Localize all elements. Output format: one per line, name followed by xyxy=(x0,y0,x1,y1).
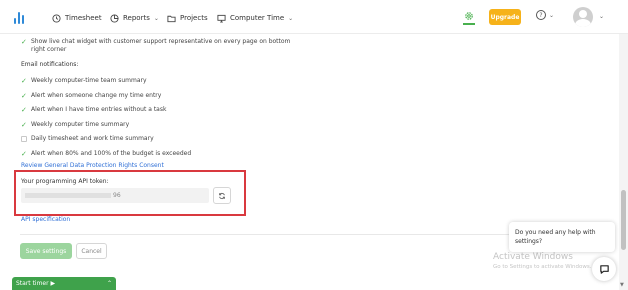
folder-icon xyxy=(167,15,176,22)
email-option[interactable]: ✓ Alert when 80% and 100% of the budget … xyxy=(21,150,191,157)
user-avatar[interactable] xyxy=(573,7,593,27)
chat-icon xyxy=(599,264,609,274)
api-token-label: Your programming API token: xyxy=(21,178,109,185)
help-menu[interactable]: ? ⌄ xyxy=(536,10,554,20)
email-option[interactable]: Daily timesheet and work time summary xyxy=(21,135,154,142)
scroll-down-arrow[interactable]: ▼ xyxy=(620,282,624,288)
live-chat-option[interactable]: ✓ Show live chat widget with customer su… xyxy=(21,38,301,54)
email-option-label: Alert when I have time entries without a… xyxy=(31,106,167,113)
live-chat-label: Show live chat widget with customer supp… xyxy=(31,38,291,53)
chevron-down-icon: ⌄ xyxy=(153,14,159,22)
checkmark-icon[interactable]: ✓ xyxy=(21,150,27,157)
nav-timesheet-label: Timesheet xyxy=(65,14,102,22)
help-icon: ? xyxy=(536,10,546,20)
activate-windows-title: Activate Windows xyxy=(493,252,573,262)
gear-icon xyxy=(465,12,473,20)
chevron-up-icon[interactable]: ⌃ xyxy=(107,280,112,287)
start-timer-label: Start timer ▶ xyxy=(16,280,56,287)
email-option-label: Weekly computer-time team summary xyxy=(31,77,147,84)
checkmark-icon[interactable]: ✓ xyxy=(21,38,27,45)
activate-windows-subtitle: Go to Settings to activate Windows. xyxy=(493,264,592,270)
checkmark-icon[interactable]: ✓ xyxy=(21,121,27,128)
save-settings-button[interactable]: Save settings xyxy=(20,243,72,259)
chat-help-bubble[interactable]: Do you need any help with settings? xyxy=(509,222,615,252)
nav-computer-time[interactable]: Computer Time ⌄ xyxy=(217,11,293,25)
email-notifications-heading: Email notifications: xyxy=(21,61,79,68)
scrollbar-thumb[interactable] xyxy=(621,190,626,250)
nav-projects[interactable]: Projects xyxy=(167,11,208,25)
start-timer-bar[interactable]: Start timer ▶ ⌃ xyxy=(12,277,116,290)
reports-icon xyxy=(110,13,119,23)
checkmark-icon[interactable]: ✓ xyxy=(21,106,27,113)
settings-gear-button[interactable] xyxy=(463,10,475,25)
nav-computer-time-label: Computer Time xyxy=(230,14,285,22)
app-logo[interactable] xyxy=(14,10,28,24)
nav-projects-label: Projects xyxy=(180,14,208,22)
nav-timesheet[interactable]: Timesheet xyxy=(52,11,102,25)
nav-reports-label: Reports xyxy=(123,14,150,22)
chevron-down-icon: ⌄ xyxy=(288,14,294,22)
empty-checkbox[interactable] xyxy=(21,135,27,142)
chat-bubble-text: Do you need any help with settings? xyxy=(515,229,596,245)
chevron-down-icon[interactable]: ⌄ xyxy=(599,13,604,20)
email-option-label: Weekly computer time summary xyxy=(31,121,130,128)
clock-icon xyxy=(52,13,61,23)
checkmark-icon[interactable]: ✓ xyxy=(21,77,27,84)
checkmark-icon[interactable]: ✓ xyxy=(21,92,27,99)
top-navigation-bar: Timesheet Reports ⌄ Projects Computer Ti… xyxy=(0,0,628,34)
chevron-down-icon: ⌄ xyxy=(549,11,555,19)
upgrade-button[interactable]: Upgrade xyxy=(489,9,521,25)
email-option-label: Alert when 80% and 100% of the budget is… xyxy=(31,150,192,157)
refresh-icon xyxy=(219,192,225,199)
cancel-button[interactable]: Cancel xyxy=(76,243,107,259)
scrollbar-track[interactable] xyxy=(619,34,628,290)
email-option[interactable]: ✓ Weekly computer-time team summary xyxy=(21,77,147,84)
email-option-label: Alert when someone change my time entry xyxy=(31,92,162,99)
monitor-icon xyxy=(217,14,226,23)
gdpr-consent-link[interactable]: Review General Data Protection Rights Co… xyxy=(21,162,164,169)
regenerate-token-button[interactable] xyxy=(213,187,231,204)
chat-launcher-button[interactable] xyxy=(592,257,616,281)
email-option-label: Daily timesheet and work time summary xyxy=(31,135,154,142)
email-option[interactable]: ✓ Weekly computer time summary xyxy=(21,121,129,128)
api-token-suffix: 96 xyxy=(113,192,121,199)
email-option[interactable]: ✓ Alert when I have time entries without… xyxy=(21,106,166,113)
api-specification-link[interactable]: API specification xyxy=(21,216,70,223)
email-option[interactable]: ✓ Alert when someone change my time entr… xyxy=(21,92,161,99)
nav-reports[interactable]: Reports ⌄ xyxy=(110,11,159,25)
redacted-token xyxy=(25,193,111,198)
api-token-field[interactable]: 96 xyxy=(21,188,209,203)
